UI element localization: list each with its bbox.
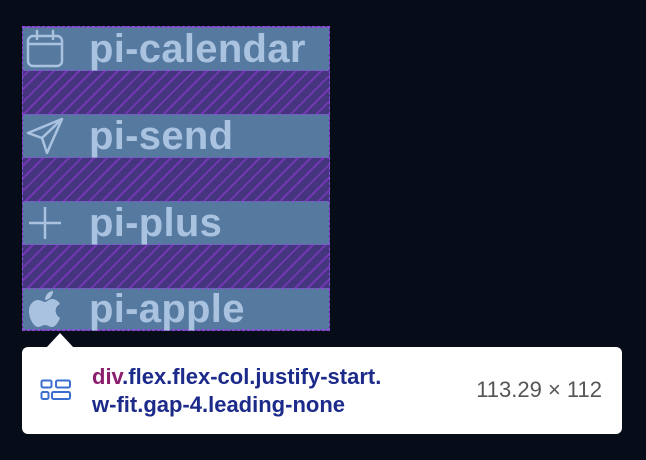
tooltip-arrow [46,333,74,348]
element-selector: div.flex.flex-col.justify-start. w-fit.g… [92,363,452,419]
list-item: pi-calendar [23,27,329,71]
list-item: pi-plus [23,201,329,245]
list-item: pi-apple [23,288,329,330]
icon-label: pi-send [89,114,234,158]
list-item: pi-send [23,114,329,158]
icon-label: pi-calendar [89,27,306,71]
element-dimensions: 113.29 × 112 [476,377,602,402]
element-tag: div [92,364,123,389]
calendar-icon [23,27,67,71]
icon-label: pi-apple [89,287,245,331]
plus-icon [23,201,67,245]
icon-label: pi-plus [89,201,223,245]
apple-icon [23,287,67,331]
flex-layout-icon [40,379,72,401]
element-tooltip: div.flex.flex-col.justify-start. w-fit.g… [22,347,622,434]
send-icon [23,114,67,158]
inspector-canvas: pi-calendar pi-send pi-plus pi-apple div… [0,0,646,460]
selector-line-2: w-fit.gap-4.leading-none [92,392,345,417]
selector-line-1: .flex.flex-col.justify-start. [122,364,382,389]
highlighted-flex-column[interactable]: pi-calendar pi-send pi-plus pi-apple [22,26,330,331]
